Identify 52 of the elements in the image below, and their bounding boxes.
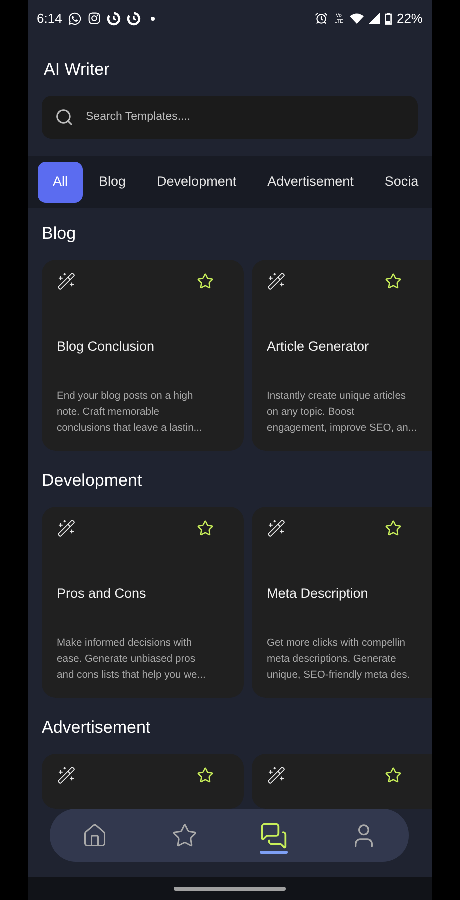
category-tab[interactable]: Blog [84,162,142,202]
card-title: Article Generator [267,338,370,356]
card-title: Blog Conclusion [57,338,156,356]
card-description: Instantly create unique articles on any topic. Boost engagement, improve SEO, an... [267,390,417,436]
ring-icon [107,12,122,26]
clock-time: 6:14 [37,10,62,28]
card-description: End your blog posts on a high note. Craft memorable conclusions that leave a lastin... [57,390,202,436]
card-description: Get more clicks with compellin meta descriptions. Generate unique, SEO-friendly meta des. [267,637,410,684]
card-title: Meta Description [267,585,370,603]
magic-wand-icon [57,519,76,538]
ring-icon [127,12,142,26]
favorite-star-icon[interactable] [385,767,402,784]
section-heading: Development [42,471,142,490]
template-card[interactable]: Pros and Cons Make informed decisions with ease. Generate unbiased pros and cons lists that help you we... [42,507,244,698]
signal-icon [368,13,380,24]
category-tab[interactable]: All [38,162,84,202]
category-tab[interactable]: Advertisement [252,162,369,202]
favorite-star-icon[interactable] [197,273,214,290]
category-tab[interactable]: Socia [370,162,432,202]
active-indicator [260,851,288,854]
battery-icon [384,12,392,24]
home-icon [82,822,108,848]
template-card[interactable]: Blog Conclusion End your blog posts on a high note. Craft memorable conclusions that leave a lastin... [42,260,244,451]
category-tab[interactable]: Development [142,162,252,202]
chat-bubble-icon [68,12,82,26]
magic-wand-icon [267,766,286,785]
magic-wand-icon [267,272,286,291]
favorite-star-icon[interactable] [197,520,214,537]
battery-percent: 22% [396,10,423,28]
template-card[interactable]: Article Generator Instantly create unique articles on any topic. Boost engagement, improve SEO, an... [252,260,432,451]
app-title: AI Writer [44,60,110,79]
section-heading: Advertisement [42,718,151,737]
wifi-icon [350,13,364,24]
star-icon [172,822,198,848]
magic-wand-icon [57,272,76,291]
magic-wand-icon [57,766,76,785]
favorite-star-icon[interactable] [385,520,402,537]
chat-icon [260,822,288,850]
camera-icon [88,12,102,25]
alarm-icon [314,12,328,25]
home-indicator[interactable] [174,886,286,890]
magic-wand-icon [267,519,286,538]
favorite-star-icon[interactable] [385,273,402,290]
search-input[interactable]: Search Templates.... [86,108,405,126]
search-icon [55,108,74,127]
template-card[interactable]: Meta Description Get more clicks with compellin meta descriptions. Generate unique, SEO-friendly meta des. [252,507,432,698]
favorite-star-icon[interactable] [197,767,214,784]
card-title: Pros and Cons [57,585,148,603]
card-description: Make informed decisions with ease. Generate unbiased pros and cons lists that help you we... [57,637,206,684]
search-field[interactable]: Search Templates.... [42,96,418,139]
dot-icon [151,16,156,20]
section-heading: Blog [42,224,76,243]
